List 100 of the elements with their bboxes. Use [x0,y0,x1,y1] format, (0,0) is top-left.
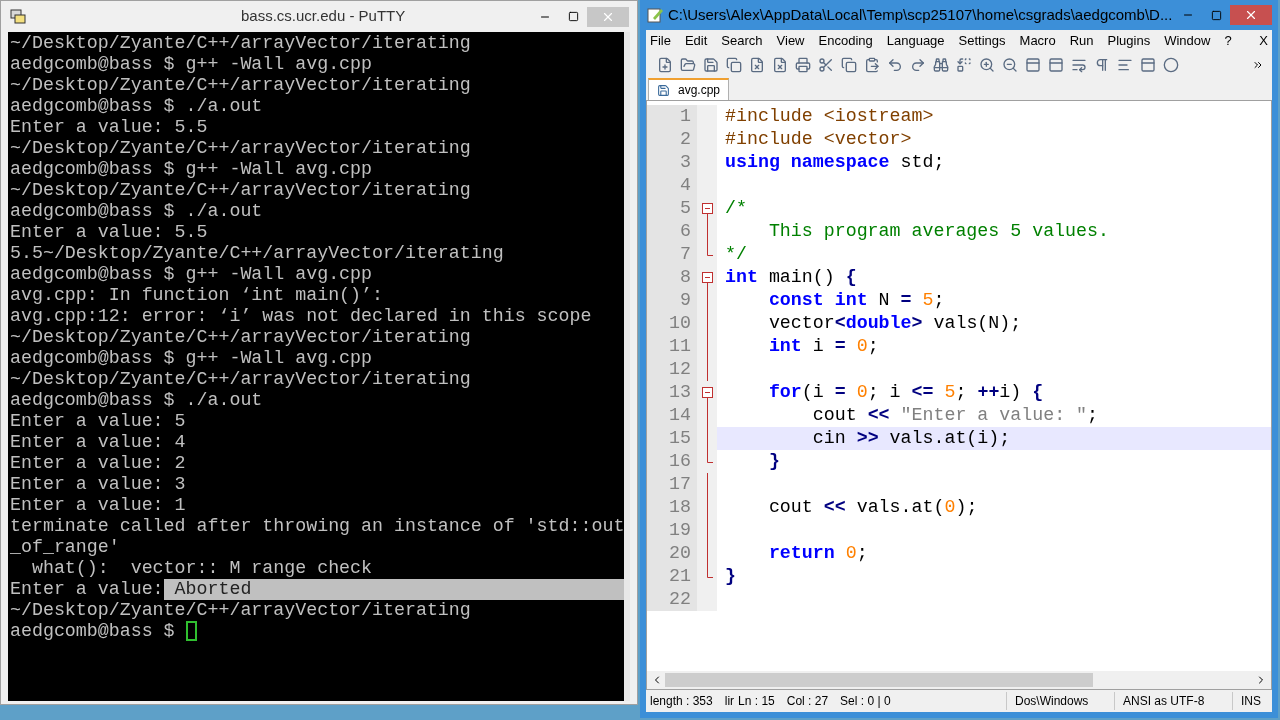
redo-icon[interactable] [910,57,926,73]
indent-guide-icon[interactable] [1117,57,1133,73]
save-icon[interactable] [703,57,719,73]
horizontal-scrollbar[interactable] [665,673,1093,687]
line-number: 16 [647,450,697,473]
menu-item[interactable]: Search [721,31,763,51]
terminal-line: ~/Desktop/Zyante/C++/arrayVector/iterating [10,75,471,96]
menu-item[interactable]: Edit [684,31,708,51]
terminal-line: Enter a value: 5.5 [10,222,208,243]
terminal-line: ~/Desktop/Zyante/C++/arrayVector/iterating [10,369,471,390]
terminal-line: aedgcomb@bass $ ./a.out [10,96,263,117]
status-field: length : 353 [646,692,717,710]
close-file-icon[interactable] [749,57,765,73]
pilcrow-icon[interactable] [1094,57,1110,73]
terminal-line: aedgcomb@bass $ g++ -Wall avg.cpp [10,264,373,285]
line-number: 17 [647,473,697,496]
replace-icon[interactable] [956,57,972,73]
line-number: 20 [647,542,697,565]
menu-item[interactable]: Macro [1019,31,1056,51]
menu-item[interactable]: Encoding [818,31,873,51]
status-field: Ln : 15 [734,692,775,710]
line-number: 3 [647,151,697,174]
fold-line [706,220,708,243]
more-icon[interactable] [1252,59,1264,71]
window-icon[interactable] [1025,57,1041,73]
maximize-icon[interactable] [567,11,579,22]
menu-item[interactable]: Language [886,31,945,51]
zoom-out-icon[interactable] [1002,57,1018,73]
code-line: const int N = 5; [767,289,945,312]
code-line: using namespace std; [724,151,945,174]
terminal-line: Enter a value: 1 [10,495,186,516]
line-number: 14 [647,404,697,427]
terminal-line: ~/Desktop/Zyante/C++/arrayVector/iterating [10,327,471,348]
code-line: #include <iostream> [724,105,934,128]
line-number: 9 [647,289,697,312]
copy-icon[interactable] [841,57,857,73]
printer-icon[interactable] [795,57,811,73]
binoculars-icon[interactable] [933,57,949,73]
menu-item[interactable]: Run [1069,31,1094,51]
paste-icon[interactable] [864,57,880,73]
file-tab[interactable]: avg.cpp [648,78,730,100]
code-line: */ [724,243,747,266]
documents-icon[interactable] [726,57,742,73]
undo-icon[interactable] [887,57,903,73]
code-line: } [767,450,780,473]
status-field: Col : 27 [774,692,829,710]
status-field: INS [1232,692,1272,710]
terminal-line: Enter a value: [10,579,164,600]
terminal-line: aedgcomb@bass $ g++ -Wall avg.cpp [10,348,373,369]
terminal-line: 5.5~/Desktop/Zyante/C++/arrayVector/iterating [10,243,504,264]
terminal-line: ~/Desktop/Zyante/C++/arrayVector/iterating [10,138,471,159]
fold-end-marker [706,450,713,463]
close-files-icon[interactable] [772,57,788,73]
terminal-line: what(): vector:: M range check [30,558,373,579]
menu-item[interactable]: View [776,31,805,51]
menu-item[interactable]: Settings [958,31,1006,51]
folder-icon[interactable] [680,57,696,73]
menu-item[interactable]: File [650,31,671,51]
line-number: 21 [647,565,697,588]
wrap-icon[interactable] [1071,57,1087,73]
record-icon[interactable] [1163,57,1179,73]
window-lock-icon[interactable] [1048,57,1064,73]
menu-item[interactable]: ? [1224,31,1232,51]
menu-item[interactable]: Plugins [1107,31,1151,51]
highlighted-text: Aborted [163,579,625,600]
maximize-icon[interactable] [1210,9,1222,21]
notepad-app-icon [646,6,664,24]
terminal-line: ~/Desktop/Zyante/C++/arrayVector/iterating [10,180,471,201]
line-number: 19 [647,519,697,542]
terminal-line: Enter a value: 5 [10,411,186,432]
terminal-line: avg.cpp: In function ‘int main()’: [10,285,383,306]
close-icon[interactable] [1244,8,1258,22]
code-line: /* [724,197,747,220]
window-title: C:\Users\Alex\AppData\Local\Temp\scp25107\home\csgrads\aedgcomb\D... [668,4,1173,25]
code-line: #include <vector> [724,128,912,151]
line-number: 22 [647,588,697,611]
terminal-line: ~/Desktop/Zyante/C++/arrayVector/iterating [10,600,471,621]
line-number: 12 [647,358,697,381]
code-line: cout << vals.at(0); [767,496,978,519]
terminal-line: aedgcomb@bass $ [10,621,176,642]
panel-icon[interactable] [1140,57,1156,73]
close-document-button[interactable]: X [1259,31,1268,51]
terminal-line: Enter a value: 4 [10,432,186,453]
line-number: 2 [647,128,697,151]
new-file-icon[interactable] [657,57,673,73]
line-number: 1 [647,105,697,128]
fold-margin [697,105,717,128]
terminal-line: aedgcomb@bass $ ./a.out [10,201,263,222]
code-line: } [724,565,736,588]
status-field: Dos\Windows [1006,692,1114,710]
terminal-line: _of_range' [10,537,120,558]
window-title: bass.cs.ucr.edu - PuTTY [241,6,406,27]
line-number: 13 [647,381,697,404]
line-number: 18 [647,496,697,519]
line-number: 7 [647,243,697,266]
menu-item[interactable]: Window [1164,31,1211,51]
fold-end-marker [706,243,713,256]
terminal-line: Enter a value: 5.5 [10,117,208,138]
scissors-icon[interactable] [818,57,834,73]
zoom-in-icon[interactable] [979,57,995,73]
